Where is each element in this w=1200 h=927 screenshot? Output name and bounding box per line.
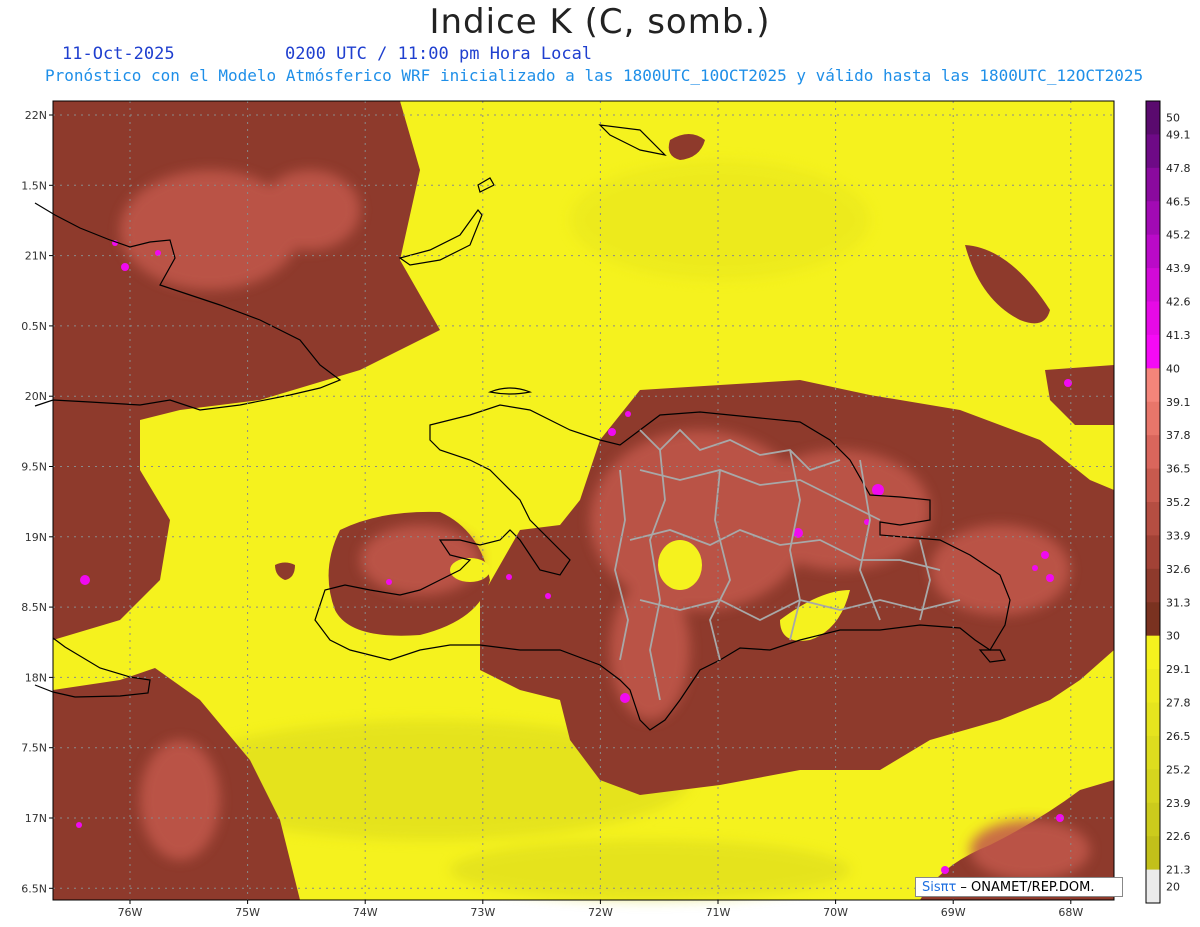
colorbar-label: 33.9 xyxy=(1166,529,1191,542)
longitude-label: 69W xyxy=(941,906,966,919)
colorbar-swatch xyxy=(1146,134,1160,169)
colorbar-swatch xyxy=(1146,234,1160,269)
colorbar-label: 50 xyxy=(1166,112,1180,125)
colorbar-swatch xyxy=(1146,201,1160,236)
longitude-label: 68W xyxy=(1058,906,1083,919)
colorbar-swatch xyxy=(1146,535,1160,570)
colorbar-swatch xyxy=(1146,502,1160,536)
latitude-label: 18N xyxy=(25,671,47,684)
colorbar-swatch xyxy=(1146,836,1160,871)
longitude-label: 76W xyxy=(118,906,143,919)
longitude-label: 70W xyxy=(823,906,848,919)
colorbar-label: 39.1 xyxy=(1166,396,1191,409)
colorbar-label: 23.9 xyxy=(1166,797,1191,810)
colorbar-label: 37.8 xyxy=(1166,429,1191,442)
colorbar: 50 49.1 47.8 46.5 45.2 43.9 42.6 41.3 40 39.1 37.8… xyxy=(1145,100,1191,904)
colorbar-swatch xyxy=(1146,769,1160,804)
colorbar-label: 36.5 xyxy=(1166,463,1191,476)
latitude-label: 22N xyxy=(25,109,47,122)
colorbar-label: 25.2 xyxy=(1166,763,1191,776)
colorbar-label: 40 xyxy=(1166,362,1180,375)
longitude-label: 72W xyxy=(588,906,613,919)
colorbar-swatch xyxy=(1146,401,1160,436)
colorbar-label: 43.9 xyxy=(1166,262,1191,275)
colorbar-swatch xyxy=(1146,869,1160,904)
colorbar-label: 27.8 xyxy=(1166,697,1191,710)
colorbar-label: 30 xyxy=(1166,630,1180,643)
longitude-label: 74W xyxy=(353,906,378,919)
colorbar-label: 26.5 xyxy=(1166,730,1191,743)
latitude-label: 17N xyxy=(25,812,47,825)
colorbar-swatch xyxy=(1146,635,1160,670)
colorbar-swatch xyxy=(1146,802,1160,837)
latitude-label: 0.5N xyxy=(21,320,47,333)
colorbar-label: 22.6 xyxy=(1166,830,1191,843)
colorbar-swatch xyxy=(1146,602,1160,637)
credit-box: Sisπτ – ONAMET/REP.DOM. xyxy=(915,877,1123,897)
latitude-label: 8.5N xyxy=(21,601,47,614)
credit-text: – ONAMET/REP.DOM. xyxy=(956,880,1095,895)
colorbar-label: 31.3 xyxy=(1166,596,1191,609)
longitude-label: 73W xyxy=(470,906,495,919)
colorbar-label: 41.3 xyxy=(1166,329,1191,342)
longitude-label: 75W xyxy=(235,906,260,919)
credit-brand: Sisπτ xyxy=(922,880,957,895)
colorbar-swatch xyxy=(1146,268,1160,302)
longitude-label: 71W xyxy=(706,906,731,919)
latitude-label: 20N xyxy=(25,390,47,403)
colorbar-swatch xyxy=(1146,334,1160,369)
k-index-map: 22N 1.5N 21N 0.5N 20N 9.5N 19N 8.5N 18N 7.5N 17N 6.… xyxy=(21,100,1191,919)
colorbar-label: 47.8 xyxy=(1166,162,1191,175)
colorbar-label: 21.3 xyxy=(1166,864,1191,877)
latitude-label: 19N xyxy=(25,531,47,544)
colorbar-label: 42.6 xyxy=(1166,296,1191,309)
latitude-label: 9.5N xyxy=(21,461,47,474)
colorbar-swatch xyxy=(1146,301,1160,336)
colorbar-swatch xyxy=(1146,167,1160,202)
colorbar-swatch xyxy=(1146,101,1160,135)
colorbar-label: 35.2 xyxy=(1166,496,1191,509)
latitude-label: 21N xyxy=(25,250,47,263)
colorbar-swatch xyxy=(1146,702,1160,737)
colorbar-label: 49.1 xyxy=(1166,128,1191,141)
latitude-label: 7.5N xyxy=(21,742,47,755)
colorbar-swatch xyxy=(1146,735,1160,770)
colorbar-label: 32.6 xyxy=(1166,563,1191,576)
latitude-label: 6.5N xyxy=(21,882,47,895)
colorbar-swatch xyxy=(1146,368,1160,403)
colorbar-label: 20 xyxy=(1166,880,1180,893)
latitude-labels: 22N 1.5N 21N 0.5N 20N 9.5N 19N 8.5N 18N 7.5N 17N 6.… xyxy=(21,109,53,895)
colorbar-label: 29.1 xyxy=(1166,663,1191,676)
longitude-labels: 76W 75W 74W 73W 72W 71W 70W 69W 68W xyxy=(118,900,1083,919)
colorbar-label: 46.5 xyxy=(1166,195,1191,208)
colorbar-swatch xyxy=(1146,568,1160,603)
colorbar-swatch xyxy=(1146,468,1160,503)
colorbar-swatch xyxy=(1146,669,1160,703)
latitude-label: 1.5N xyxy=(21,179,47,192)
colorbar-swatch xyxy=(1146,435,1160,470)
colorbar-label: 45.2 xyxy=(1166,229,1191,242)
